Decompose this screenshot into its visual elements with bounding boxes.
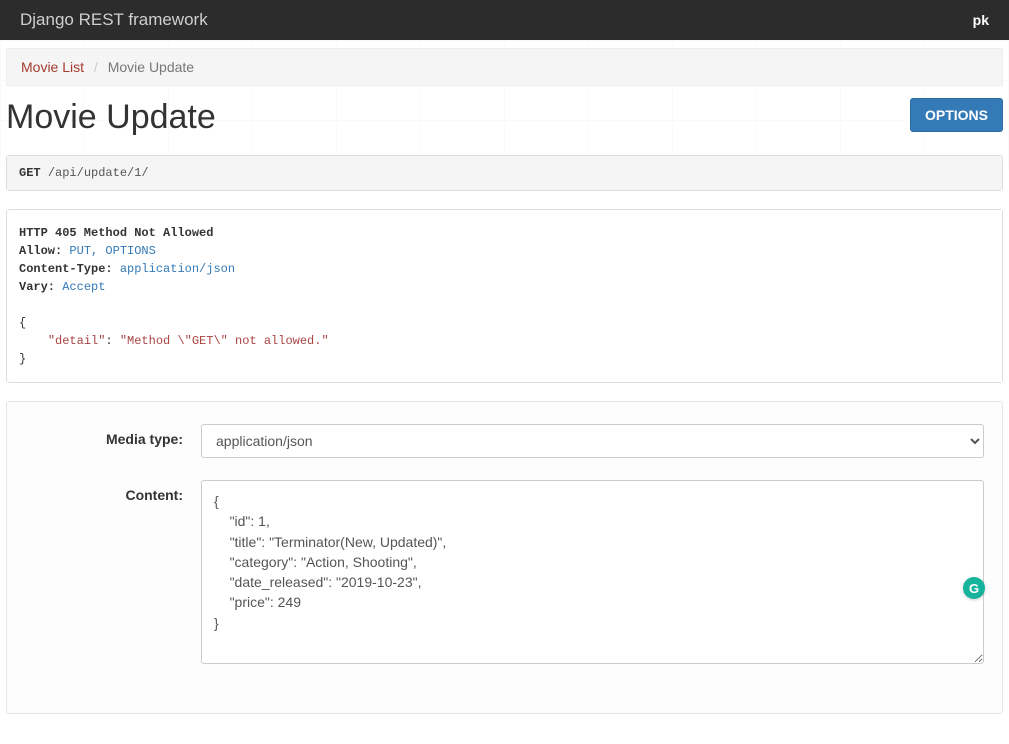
request-path: /api/update/1/ <box>48 166 149 180</box>
response-body: HTTP 405 Method Not Allowed Allow: PUT, … <box>7 210 1002 382</box>
page-header: Movie Update OPTIONS <box>6 98 1003 137</box>
json-value-detail: "Method \"GET\" not allowed." <box>120 334 329 348</box>
navbar-brand[interactable]: Django REST framework <box>20 10 208 30</box>
json-key-detail: "detail" <box>48 334 106 348</box>
content-label: Content: <box>25 480 201 503</box>
response-header-name-vary: Vary: <box>19 280 55 294</box>
content-row: Content: { "id": 1, "title": "Terminator… <box>25 480 984 669</box>
response-panel: HTTP 405 Method Not Allowed Allow: PUT, … <box>6 209 1003 383</box>
media-type-label: Media type: <box>25 424 201 447</box>
breadcrumb-separator-icon: / <box>88 59 104 75</box>
response-header-value-vary: Accept <box>62 280 105 294</box>
request-method: GET <box>19 166 41 180</box>
response-header-name-allow: Allow: <box>19 244 62 258</box>
json-open-brace: { <box>19 316 26 330</box>
breadcrumb: Movie List / Movie Update <box>6 48 1003 86</box>
page-title: Movie Update <box>6 98 216 137</box>
breadcrumb-current: Movie Update <box>108 59 194 75</box>
navbar: Django REST framework pk <box>0 0 1009 40</box>
response-header-value-content-type: application/json <box>120 262 235 276</box>
json-close-brace: } <box>19 352 26 366</box>
media-type-select[interactable]: application/json <box>201 424 984 458</box>
request-panel: GET /api/update/1/ <box>6 155 1003 191</box>
response-header-value-allow: PUT, OPTIONS <box>69 244 155 258</box>
options-button[interactable]: OPTIONS <box>910 98 1003 132</box>
grammarly-icon[interactable]: G <box>963 577 985 599</box>
response-status-line: HTTP 405 Method Not Allowed <box>19 226 213 240</box>
response-header-name-content-type: Content-Type: <box>19 262 113 276</box>
form-panel: Media type: application/json Content: { … <box>6 401 1003 714</box>
navbar-user[interactable]: pk <box>973 12 989 28</box>
content-textarea[interactable]: { "id": 1, "title": "Terminator(New, Upd… <box>201 480 984 664</box>
media-type-row: Media type: application/json <box>25 424 984 458</box>
request-line: GET /api/update/1/ <box>7 156 1002 190</box>
breadcrumb-link-movie-list[interactable]: Movie List <box>21 59 84 75</box>
